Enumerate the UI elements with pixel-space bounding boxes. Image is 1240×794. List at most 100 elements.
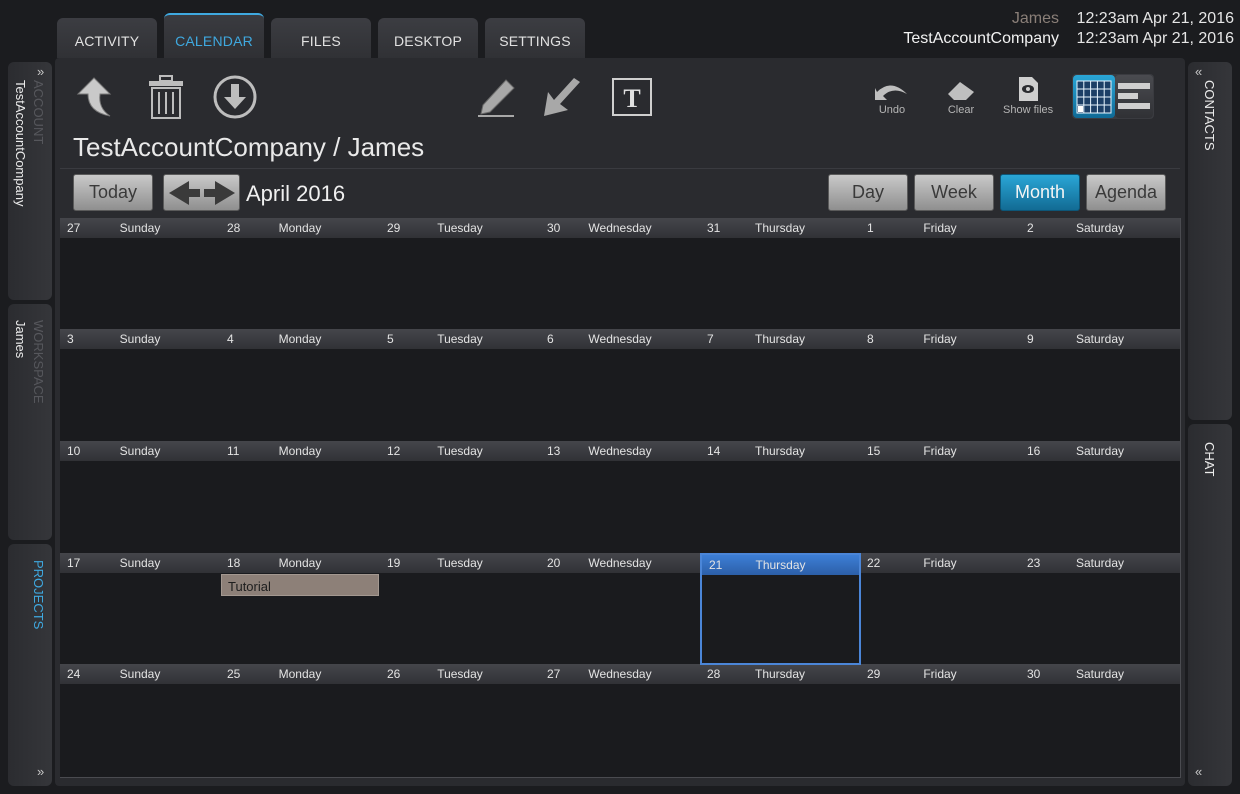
list-view-icon (1118, 83, 1150, 109)
day-cell[interactable]: 4 Monday (220, 329, 381, 442)
day-cell[interactable]: 5 Tuesday (380, 329, 541, 442)
day-name: Thursday (754, 221, 806, 235)
day-name: Friday (923, 332, 957, 346)
day-cell[interactable]: 6 Wednesday (540, 329, 701, 442)
today-button[interactable]: Today (73, 174, 153, 211)
tab-files[interactable]: FILES (271, 18, 371, 58)
pencil-button[interactable] (476, 76, 518, 118)
month-grid-view-button[interactable] (1073, 75, 1115, 118)
day-cell[interactable]: 14 Thursday (700, 441, 861, 554)
day-cell[interactable]: 13 Wednesday (540, 441, 701, 554)
view-agenda-button[interactable]: Agenda (1086, 174, 1166, 211)
tab-calendar[interactable]: CALENDAR (164, 13, 264, 58)
day-cell[interactable]: 15 Friday (860, 441, 1021, 554)
eraser-icon (948, 82, 974, 100)
day-name: Sunday (119, 556, 161, 570)
tab-settings[interactable]: SETTINGS (485, 18, 585, 58)
day-name: Thursday (755, 558, 806, 572)
day-cell[interactable]: 29 Friday (860, 664, 1021, 778)
calendar-event[interactable]: Tutorial (221, 574, 379, 596)
pointer-button[interactable] (540, 78, 582, 118)
right-panel-contacts[interactable]: « CONTACTS (1188, 62, 1232, 420)
day-cell[interactable]: 28 Thursday (700, 664, 861, 778)
day-cell[interactable]: 18 Monday Tutorial (220, 553, 381, 665)
day-cell[interactable]: 2 Saturday (1020, 218, 1181, 330)
day-header: 21 Thursday (702, 555, 859, 575)
download-button[interactable] (211, 74, 259, 120)
list-view-button[interactable] (1115, 75, 1153, 118)
day-cell[interactable]: 23 Saturday (1020, 553, 1181, 665)
day-cell[interactable]: 16 Saturday (1020, 441, 1181, 554)
day-header: 30 Saturday (1020, 664, 1180, 684)
day-cell[interactable]: 11 Monday (220, 441, 381, 554)
expand-chevron-icon[interactable]: » (37, 64, 44, 79)
day-cell[interactable]: 10 Sunday (60, 441, 221, 554)
day-name: Monday (278, 221, 322, 235)
day-cell[interactable]: 12 Tuesday (380, 441, 541, 554)
account-label: ACCOUNT (31, 80, 46, 145)
view-week-button[interactable]: Week (914, 174, 994, 211)
day-cell[interactable]: 21 Thursday (700, 553, 861, 665)
day-cell[interactable]: 22 Friday (860, 553, 1021, 665)
day-cell[interactable]: 7 Thursday (700, 329, 861, 442)
view-month-button[interactable]: Month (1000, 174, 1080, 211)
day-name: Saturday (1075, 332, 1125, 346)
svg-text:T: T (623, 84, 640, 113)
day-cell[interactable]: 25 Monday (220, 664, 381, 778)
left-panel-projects[interactable]: PROJECTS » (8, 544, 52, 786)
day-cell[interactable]: 29 Tuesday (380, 218, 541, 330)
day-cell[interactable]: 31 Thursday (700, 218, 861, 330)
user-row-james: James 12:23am Apr 21, 2016 (1012, 10, 1234, 28)
expand-chevron-icon[interactable]: » (37, 764, 44, 779)
trash-icon (149, 75, 183, 119)
undo-button[interactable]: Undo (873, 80, 911, 116)
show-files-button[interactable]: Show files (1003, 76, 1053, 116)
clear-button[interactable]: Clear (946, 80, 976, 116)
day-name: Thursday (754, 667, 806, 681)
day-header: 20 Wednesday (540, 553, 700, 573)
prev-next-button[interactable] (163, 174, 240, 211)
text-tool-button[interactable]: T (612, 78, 652, 116)
show-files-label: Show files (1003, 104, 1054, 116)
tab-desktop[interactable]: DESKTOP (378, 18, 478, 58)
right-panel-chat[interactable]: CHAT « (1188, 424, 1232, 786)
day-header: 29 Tuesday (380, 218, 540, 238)
up-button[interactable] (72, 74, 120, 120)
delete-button[interactable] (146, 74, 186, 120)
day-cell[interactable]: 27 Sunday (60, 218, 221, 330)
day-cell[interactable]: 30 Saturday (1020, 664, 1181, 778)
day-cell[interactable]: 20 Wednesday (540, 553, 701, 665)
collapse-chevron-icon[interactable]: « (1195, 64, 1202, 79)
breadcrumb: TestAccountCompany / James (73, 132, 425, 162)
day-header: 28 Thursday (700, 664, 860, 684)
day-cell[interactable]: 30 Wednesday (540, 218, 701, 330)
day-cell[interactable]: 27 Wednesday (540, 664, 701, 778)
view-day-button[interactable]: Day (828, 174, 908, 211)
day-header: 14 Thursday (700, 441, 860, 461)
day-cell[interactable]: 26 Tuesday (380, 664, 541, 778)
day-cell[interactable]: 8 Friday (860, 329, 1021, 442)
left-panel-workspace[interactable]: WORKSPACE James (8, 304, 52, 540)
day-cell[interactable]: 17 Sunday (60, 553, 221, 665)
workspace-label: WORKSPACE (31, 320, 46, 404)
tab-activity[interactable]: ACTIVITY (57, 18, 157, 58)
projects-label: PROJECTS (31, 560, 46, 630)
day-cell[interactable]: 3 Sunday (60, 329, 221, 442)
day-cell[interactable]: 28 Monday (220, 218, 381, 330)
left-right-arrows-icon (168, 180, 235, 205)
day-cell[interactable]: 9 Saturday (1020, 329, 1181, 442)
collapse-chevron-icon[interactable]: « (1195, 764, 1202, 779)
day-name: Wednesday (588, 667, 652, 681)
day-cell[interactable]: 19 Tuesday (380, 553, 541, 665)
left-panel-account[interactable]: » ACCOUNT TestAccountCompany (8, 62, 52, 300)
day-name: Sunday (119, 444, 161, 458)
day-cell[interactable]: 1 Friday (860, 218, 1021, 330)
day-name: Wednesday (588, 444, 652, 458)
user-name: James (1011, 10, 1059, 27)
chat-label: CHAT (1202, 442, 1217, 477)
user-row-company: TestAccountCompany 12:23am Apr 21, 2016 (903, 30, 1234, 48)
day-header: 5 Tuesday (380, 329, 540, 349)
day-name: Wednesday (588, 556, 652, 570)
day-cell[interactable]: 24 Sunday (60, 664, 221, 778)
day-name: Saturday (1075, 556, 1125, 570)
